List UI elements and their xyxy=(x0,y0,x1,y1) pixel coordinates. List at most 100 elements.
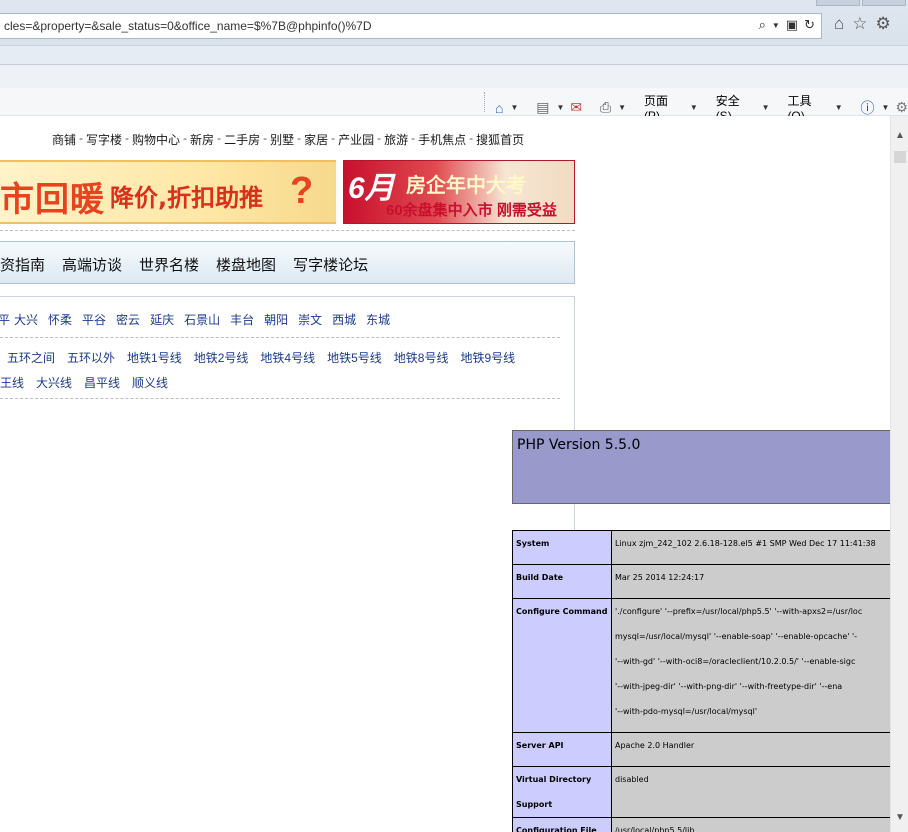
phpinfo-key: Server API xyxy=(512,732,612,767)
district-link[interactable]: 西城 xyxy=(332,311,356,328)
subway-links-row1: 五环之间 五环以外 地铁1号线 地铁2号线 地铁4号线 地铁5号线 地铁8号线 地铁9号线 xyxy=(7,349,515,366)
district-link[interactable]: 延庆 xyxy=(150,311,174,328)
district-link[interactable]: 怀柔 xyxy=(48,311,72,328)
subway-link[interactable]: 昌平线 xyxy=(84,374,120,391)
district-link[interactable]: 崇文 xyxy=(298,311,322,328)
subway-link[interactable]: 地铁9号线 xyxy=(460,349,515,366)
subway-link[interactable]: 地铁2号线 xyxy=(194,349,249,366)
subway-link[interactable]: 王线 xyxy=(0,374,24,391)
address-text[interactable]: cles=&property=&sale_status=0&office_nam… xyxy=(4,19,372,33)
banner-right-subtext: 60余盘集中入市 刚需受益 xyxy=(386,202,557,219)
top-link[interactable]: 别墅 xyxy=(270,131,294,148)
scroll-up-arrow-icon[interactable]: ▲ xyxy=(891,130,908,144)
top-link[interactable]: 搜狐首页 xyxy=(476,131,524,148)
divider xyxy=(0,398,560,399)
rss-feed-icon[interactable]: ▤ xyxy=(536,99,549,116)
home-dropdown-icon[interactable]: ▼ xyxy=(510,103,518,112)
district-link[interactable]: 石景山 xyxy=(184,311,220,328)
nav-item[interactable]: 高端访谈 xyxy=(62,254,122,275)
banner-ad-right[interactable]: 6月 房企年中大考 60余盘集中入市 刚需受益 xyxy=(343,160,575,224)
phpinfo-value-line: '--with-gd' '--with-oci8=/oracleclient/1… xyxy=(615,657,856,666)
mail-icon[interactable]: ✉ xyxy=(570,99,582,116)
top-link[interactable]: 手机焦点 xyxy=(418,131,466,148)
phpinfo-value: Apache 2.0 Handler xyxy=(611,732,890,767)
subway-link[interactable]: 地铁8号线 xyxy=(394,349,449,366)
district-link[interactable]: 大兴 xyxy=(14,311,38,328)
top-link[interactable]: 产业园 xyxy=(338,131,374,148)
refresh-icon[interactable]: ↻ xyxy=(804,17,815,33)
print-dropdown-icon[interactable]: ▼ xyxy=(618,103,626,112)
nav-item[interactable]: 楼盘地图 xyxy=(216,254,276,275)
subway-link[interactable]: 大兴线 xyxy=(36,374,72,391)
district-links: 平 大兴 怀柔 平谷 密云 延庆 石景山 丰台 朝阳 崇文 西城 东城 xyxy=(0,311,390,328)
district-link[interactable]: 丰台 xyxy=(230,311,254,328)
link-separator: - xyxy=(469,131,474,145)
nav-items: 资指南 高端访谈 世界名楼 楼盘地图 写字楼论坛 xyxy=(0,254,368,275)
dropdown-caret-icon[interactable]: ▼ xyxy=(772,21,780,30)
scroll-thumb[interactable] xyxy=(894,151,906,163)
home-icon[interactable]: ⌂ xyxy=(834,14,844,34)
settings-gear-icon[interactable]: ⚙ xyxy=(876,14,891,34)
favorites-star-icon[interactable]: ☆ xyxy=(852,14,867,34)
web-page: 商铺 - 写字楼 - 购物中心 - 新房 - 二手房 - 别墅 - 家居 - 产业园 - 旅游 - 手机焦点 - 搜狐首… xyxy=(0,116,890,832)
home-icon[interactable]: ⌂ xyxy=(495,100,503,116)
subway-link[interactable]: 地铁4号线 xyxy=(260,349,315,366)
top-link[interactable]: 商铺 xyxy=(52,131,76,148)
link-separator: - xyxy=(377,131,382,145)
security-dropdown-icon[interactable]: ▼ xyxy=(762,103,770,112)
top-link[interactable]: 家居 xyxy=(304,131,328,148)
phpinfo-value: Linux zjm_242_102 2.6.18-128.el5 #1 SMP … xyxy=(611,530,890,565)
top-link[interactable]: 写字楼 xyxy=(86,131,122,148)
divider xyxy=(0,337,560,338)
nav-item[interactable]: 资指南 xyxy=(0,254,45,275)
top-link[interactable]: 二手房 xyxy=(224,131,260,148)
link-separator: - xyxy=(183,131,188,145)
vertical-scrollbar[interactable]: ▲ ▼ xyxy=(890,116,908,832)
feed-dropdown-icon[interactable]: ▼ xyxy=(556,103,564,112)
nav-item[interactable]: 世界名楼 xyxy=(139,254,199,275)
search-icon[interactable]: ⌕ xyxy=(759,17,766,33)
district-link[interactable]: 东城 xyxy=(366,311,390,328)
subway-link[interactable]: 地铁5号线 xyxy=(327,349,382,366)
phpinfo-row: Build Date Mar 25 2014 12:24:17 xyxy=(512,564,890,599)
banner-right-headline: 房企年中大考 xyxy=(406,175,526,197)
window-controls xyxy=(816,0,906,6)
phpinfo-value: disabled xyxy=(611,766,890,818)
browser-toolbar-icons: ⌂ ☆ ⚙ xyxy=(834,14,891,34)
php-version: PHP Version 5.5.0 xyxy=(517,437,641,453)
page-dropdown-icon[interactable]: ▼ xyxy=(690,103,698,112)
divider xyxy=(0,230,575,231)
top-link[interactable]: 旅游 xyxy=(384,131,408,148)
banner-left-subtext: 降价,折扣助推 xyxy=(110,184,264,212)
nav-item[interactable]: 写字楼论坛 xyxy=(293,254,368,275)
help-icon[interactable]: ⓘ xyxy=(860,98,874,118)
browser-chrome: cles=&property=&sale_status=0&office_nam… xyxy=(0,0,908,89)
banner-ad-left[interactable]: 市回暖 降价,折扣助推 ? xyxy=(0,160,336,224)
window-button[interactable] xyxy=(862,0,906,6)
address-tools: ⌕ ▼ ▣ ↻ xyxy=(759,17,815,33)
gear-icon[interactable]: ⚙ xyxy=(895,99,908,116)
window-button[interactable] xyxy=(816,0,860,6)
banner-left-headline: 市回暖 xyxy=(0,180,105,220)
help-dropdown-icon[interactable]: ▼ xyxy=(881,103,889,112)
banner-left-question: ? xyxy=(290,170,314,212)
subway-link[interactable]: 五环以外 xyxy=(67,349,115,366)
district-link[interactable]: 密云 xyxy=(116,311,140,328)
subway-link[interactable]: 地铁1号线 xyxy=(127,349,182,366)
district-link[interactable]: 平谷 xyxy=(82,311,106,328)
subway-link[interactable]: 顺义线 xyxy=(132,374,168,391)
district-link-partial[interactable]: 平 xyxy=(0,311,10,328)
top-link[interactable]: 新房 xyxy=(190,131,214,148)
scroll-down-arrow-icon[interactable]: ▼ xyxy=(891,812,908,826)
phpinfo-row: Configuration File/usr/local/php5.5/lib xyxy=(512,817,890,832)
phpinfo-key: Configuration File xyxy=(512,817,612,832)
tools-dropdown-icon[interactable]: ▼ xyxy=(835,103,843,112)
compatibility-view-icon[interactable]: ▣ xyxy=(786,17,798,33)
subway-link[interactable]: 五环之间 xyxy=(7,349,55,366)
district-link[interactable]: 朝阳 xyxy=(264,311,288,328)
address-bar[interactable]: cles=&property=&sale_status=0&office_nam… xyxy=(0,13,822,39)
phpinfo-value-line: Linux zjm_242_102 2.6.18-128.el5 #1 SMP … xyxy=(615,539,876,548)
phpinfo-table: System Linux zjm_242_102 2.6.18-128.el5 #… xyxy=(512,530,890,832)
top-link[interactable]: 购物中心 xyxy=(132,131,180,148)
print-icon[interactable]: ⎙ xyxy=(600,99,611,116)
